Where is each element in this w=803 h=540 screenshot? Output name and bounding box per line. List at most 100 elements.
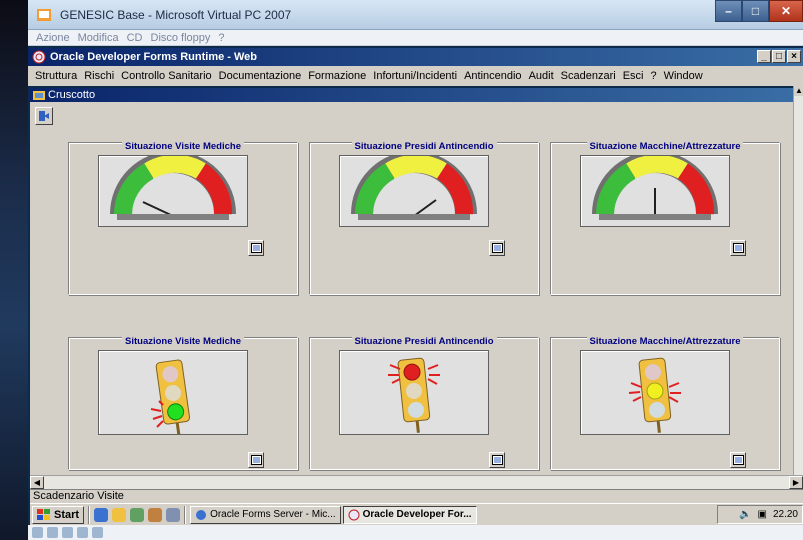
panel-antincendio-gauge: Situazione Presidi Antincendio [309,141,539,295]
menu-help-oracle[interactable]: ? [650,70,656,82]
menu-controllo-sanitario[interactable]: Controllo Sanitario [121,70,212,82]
detail-button[interactable] [730,240,746,256]
gauge-image [580,151,730,227]
menu-azione[interactable]: Azione [36,32,70,44]
vertical-scrollbar[interactable]: ▲ [793,86,803,475]
traffic-light-icon [150,359,191,435]
menu-help[interactable]: ? [218,32,224,44]
list-icon [732,455,744,465]
ie-page-icon [196,509,207,520]
menu-rischi[interactable]: Rischi [84,70,114,82]
explorer-icon[interactable] [112,507,127,522]
list-icon [250,243,262,253]
vpc-disk-icon [32,527,43,538]
taskbar-forms-server-label: Oracle Forms Server - Mic... [210,509,336,520]
menu-infortuni[interactable]: Infortuni/Incidenti [373,70,457,82]
menu-esci[interactable]: Esci [623,70,644,82]
taskbar: Start Oracle Forms Server - Mic... Oracl… [30,503,803,525]
menu-window[interactable]: Window [664,70,703,82]
desktop-icon[interactable] [130,507,145,522]
oracle-app-icon [32,50,46,64]
scroll-up-icon[interactable]: ▲ [794,86,803,96]
taskbar-separator [88,505,91,524]
oracle-maximize-button[interactable]: □ [772,50,786,63]
taskbar-oracle-developer-label: Oracle Developer For... [362,509,472,520]
gauge-icon [592,151,718,220]
oracle-menubar: Struttura Rischi Controllo Sanitario Doc… [28,66,803,86]
status-bar: Scadenzario Visite [30,489,803,503]
gauge-icon [351,151,477,220]
scroll-left-icon[interactable]: ◀ [30,476,44,489]
menu-cd[interactable]: CD [127,32,143,44]
menu-documentazione[interactable]: Documentazione [219,70,302,82]
menu-modifica[interactable]: Modifica [78,32,119,44]
panel-antincendio-semaforo: Situazione Presidi Antincendio [309,336,539,470]
virtual-pc-icon [37,8,51,21]
maximize-button[interactable]: □ [742,0,769,22]
desktop-edge [0,0,28,540]
oracle-titlebar: Oracle Developer Forms Runtime - Web _ □… [28,48,803,66]
taskbar-forms-server[interactable]: Oracle Forms Server - Mic... [190,505,341,524]
detail-button[interactable] [489,240,505,256]
detail-button[interactable] [248,240,264,256]
minimize-button[interactable]: – [715,0,742,22]
windows-logo-icon [37,508,50,520]
taskbar-separator [184,505,187,524]
panel-macchine-semaforo: Situazione Macchine/Attrezzature [550,336,780,470]
panel-visite-gauge: Situazione Visite Mediche [68,141,298,295]
menu-formazione[interactable]: Formazione [308,70,366,82]
oracle-title: Oracle Developer Forms Runtime - Web [50,51,258,63]
ie-icon[interactable] [94,507,109,522]
scroll-right-icon[interactable]: ▶ [789,476,803,489]
cruscotto-titlebar: Cruscotto [30,88,801,102]
list-icon [250,455,262,465]
panel-label: Situazione Macchine/Attrezzature [586,336,744,347]
oracle-minimize-button[interactable]: _ [757,50,771,63]
traffic-light-image [339,350,489,435]
list-icon [732,243,744,253]
vpc-floppy-icon [62,527,73,538]
close-button[interactable]: ✕ [769,0,803,22]
list-icon [491,243,503,253]
menu-scadenzari[interactable]: Scadenzari [561,70,616,82]
vpc-folder-icon [77,527,88,538]
panel-label: Situazione Visite Mediche [122,141,244,152]
menu-disco-floppy[interactable]: Disco floppy [151,32,211,44]
traffic-light-image [580,350,730,435]
traffic-light-image [98,350,248,435]
vpc-title: GENESIC Base - Microsoft Virtual PC 2007 [60,7,292,22]
search-icon[interactable] [166,507,181,522]
start-label: Start [54,508,80,521]
detail-button[interactable] [489,452,505,468]
users-icon[interactable] [148,507,163,522]
horizontal-scrollbar[interactable]: ◀ ▶ [30,475,803,489]
exit-door-icon [39,111,49,121]
menu-antincendio[interactable]: Antincendio [464,70,522,82]
detail-button[interactable] [248,452,264,468]
oracle-close-button[interactable]: × [787,50,801,63]
quick-launch [94,507,181,522]
traffic-light-icon [628,357,681,433]
traffic-light-icon [388,357,440,433]
system-tray: 🔈 ▣ 22.20 [717,505,803,524]
menu-struttura[interactable]: Struttura [35,70,77,82]
network-icon[interactable]: ▣ [758,509,767,520]
cruscotto-canvas: Situazione Visite Mediche Situazione Pre… [30,102,793,475]
menu-audit[interactable]: Audit [529,70,554,82]
detail-button[interactable] [730,452,746,468]
vpc-titlebar: GENESIC Base - Microsoft Virtual PC 2007… [28,0,803,30]
exit-button[interactable] [35,107,53,125]
cruscotto-title: Cruscotto [48,89,96,101]
panel-label: Situazione Presidi Antincendio [351,336,497,347]
taskbar-oracle-developer[interactable]: Oracle Developer For... [342,505,477,524]
panel-macchine-gauge: Situazione Macchine/Attrezzature [550,141,780,295]
volume-icon[interactable]: 🔈 [739,509,751,520]
start-button[interactable]: Start [32,505,85,524]
panel-visite-semaforo: Situazione Visite Mediche [68,336,298,470]
vpc-cd-icon [47,527,58,538]
vpc-status-strip [28,525,803,540]
oracle-app-icon [348,509,360,520]
panel-label: Situazione Macchine/Attrezzature [586,141,744,152]
panel-label: Situazione Visite Mediche [122,336,244,347]
vpc-network-icon [92,527,103,538]
